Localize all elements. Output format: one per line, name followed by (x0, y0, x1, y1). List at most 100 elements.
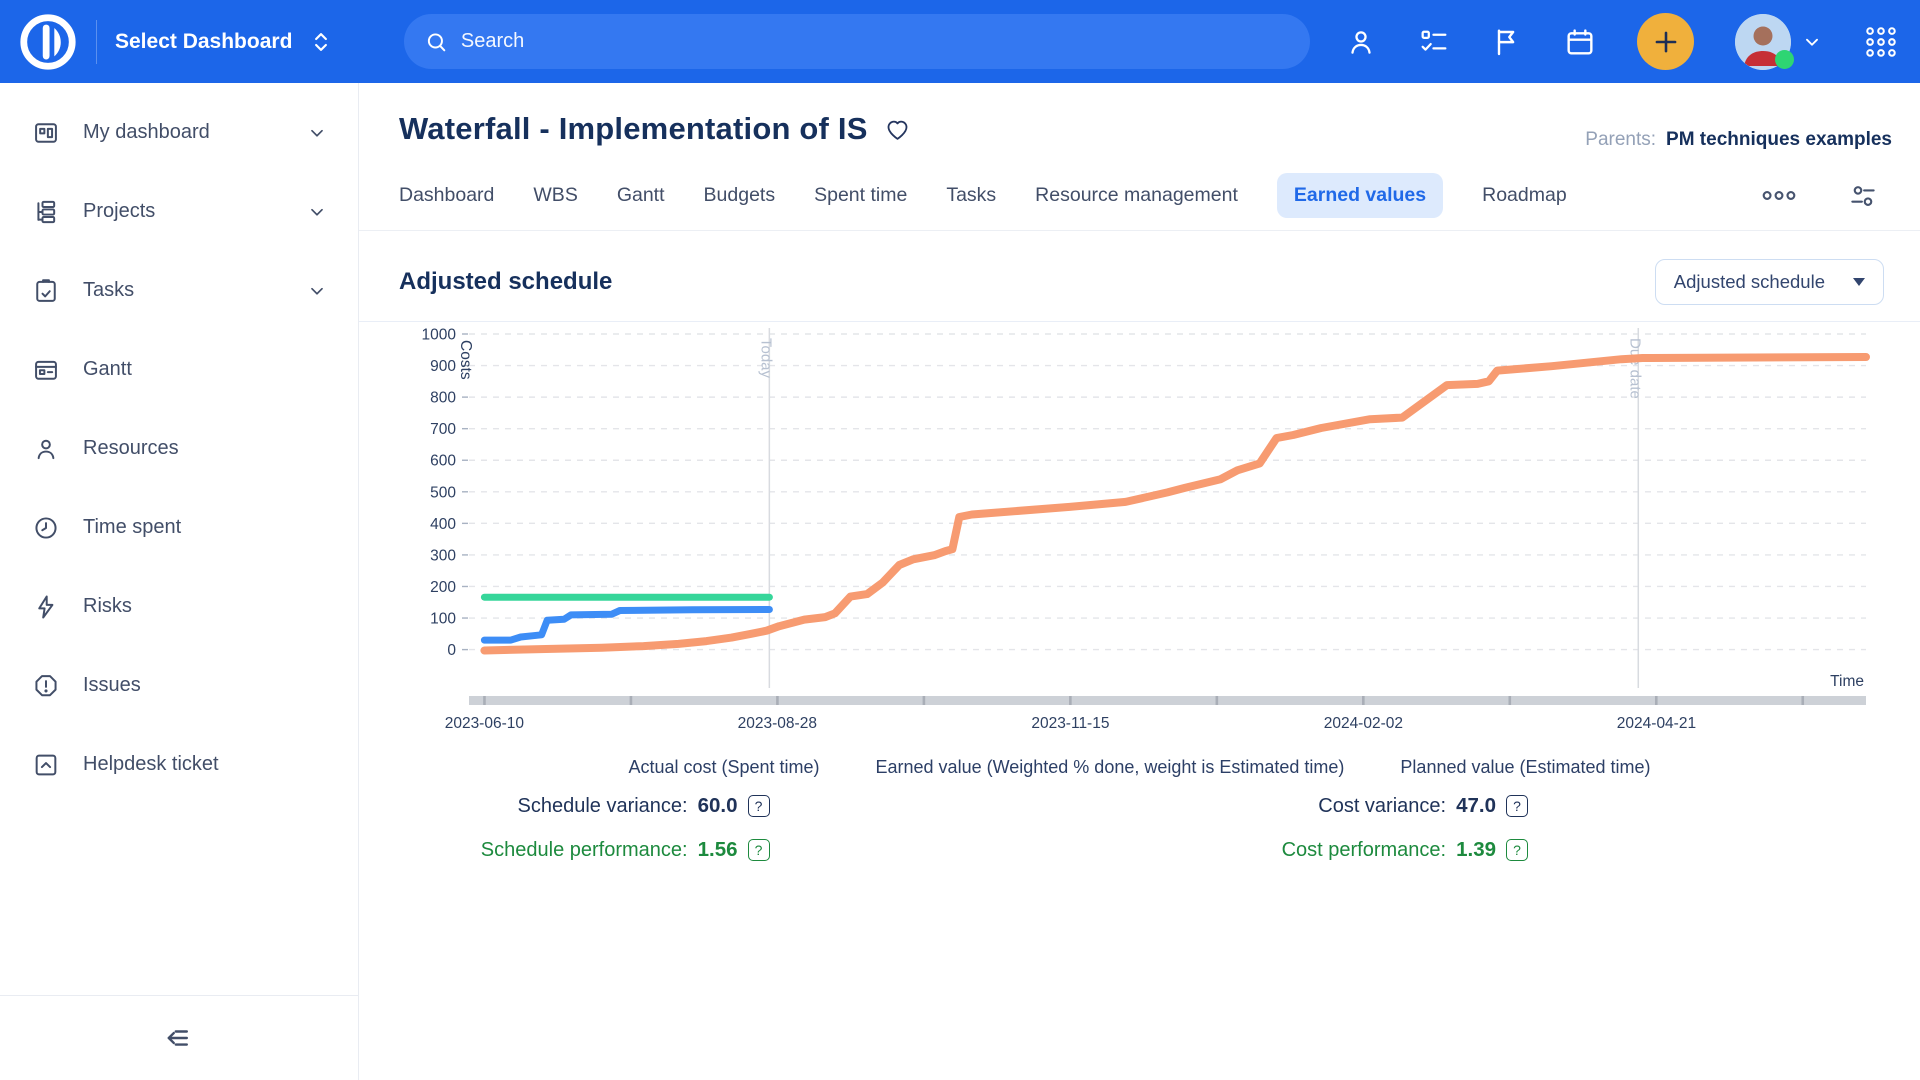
chart-legend: Actual cost (Spent time) Earned value (W… (359, 757, 1920, 778)
svg-text:2023-06-10: 2023-06-10 (445, 715, 525, 732)
svg-text:2024-04-21: 2024-04-21 (1617, 715, 1696, 732)
sidebar-item-risks[interactable]: Risks (0, 567, 358, 646)
tab-budgets[interactable]: Budgets (704, 173, 776, 218)
legend-planned-value: Planned value (Estimated time) (1400, 757, 1650, 778)
module-settings-button[interactable] (1848, 181, 1878, 211)
clock-icon (32, 514, 60, 542)
sidebar-item-label: Gantt (83, 358, 132, 381)
select-dashboard-button[interactable]: Select Dashboard (115, 29, 334, 55)
svg-text:700: 700 (430, 421, 456, 438)
apps-grid-icon[interactable] (1864, 25, 1898, 59)
schedule-performance-label: Schedule performance: (481, 839, 688, 862)
search-bar[interactable] (404, 14, 1310, 69)
tab-dashboard[interactable]: Dashboard (399, 173, 494, 218)
tab-gantt[interactable]: Gantt (617, 173, 665, 218)
svg-text:Costs: Costs (457, 340, 474, 380)
sidebar-item-issues[interactable]: Issues (0, 646, 358, 725)
evm-chart[interactable]: 01002003004005006007008009001000CostsTod… (409, 322, 1919, 742)
gantt-icon (32, 356, 60, 384)
tab-spent-time[interactable]: Spent time (814, 173, 907, 218)
sidebar-item-label: Time spent (83, 516, 181, 539)
evm-chart-area: 01002003004005006007008009001000CostsTod… (359, 321, 1920, 747)
plus-icon (1651, 27, 1681, 57)
sidebar-item-label: Issues (83, 674, 141, 697)
more-tabs-button[interactable] (1762, 189, 1796, 202)
user-menu[interactable] (1735, 14, 1823, 70)
sidebar-item-resources[interactable]: Resources (0, 409, 358, 488)
chevron-down-icon[interactable] (306, 201, 328, 223)
svg-text:Today: Today (757, 338, 774, 379)
svg-text:400: 400 (430, 516, 456, 533)
svg-text:0: 0 (447, 642, 456, 659)
tab-roadmap[interactable]: Roadmap (1482, 173, 1567, 218)
dropdown-value: Adjusted schedule (1674, 271, 1825, 293)
favorite-heart-icon[interactable] (884, 116, 911, 143)
tab-resource-management[interactable]: Resource management (1035, 173, 1238, 218)
evm-metrics: Schedule variance: 60.0 ? Cost variance:… (359, 794, 1920, 862)
svg-text:500: 500 (430, 484, 456, 501)
helpdesk-icon (32, 751, 60, 779)
flag-icon[interactable] (1491, 26, 1523, 58)
sidebar-item-gantt[interactable]: Gantt (0, 330, 358, 409)
sidebar-item-time-spent[interactable]: Time spent (0, 488, 358, 567)
svg-text:2023-11-15: 2023-11-15 (1031, 715, 1109, 732)
app-logo[interactable] (0, 11, 96, 73)
tab-wbs[interactable]: WBS (533, 173, 577, 218)
parent-project-link[interactable]: PM techniques examples (1666, 129, 1892, 151)
help-icon[interactable]: ? (1506, 795, 1528, 817)
section-title: Adjusted schedule (399, 268, 612, 296)
sidebar-item-label: Projects (83, 200, 155, 223)
user-icon[interactable] (1345, 26, 1377, 58)
parents-label: Parents: (1585, 129, 1656, 151)
chevron-down-icon[interactable] (306, 280, 328, 302)
calendar-icon[interactable] (1564, 26, 1596, 58)
svg-text:300: 300 (430, 547, 456, 564)
sidebar-item-label: My dashboard (83, 121, 210, 144)
tasks-checklist-icon[interactable] (1418, 26, 1450, 58)
sidebar: My dashboard Projects Tasks Gantt Resourc… (0, 83, 359, 1080)
svg-text:200: 200 (430, 579, 456, 596)
tab-earned-values[interactable]: Earned values (1277, 173, 1443, 218)
schedule-variance-value: 60.0 (698, 794, 738, 818)
sidebar-item-projects[interactable]: Projects (0, 172, 358, 251)
schedule-performance-value: 1.56 (698, 838, 738, 862)
help-icon[interactable]: ? (1506, 839, 1528, 861)
tab-tasks[interactable]: Tasks (946, 173, 996, 218)
svg-text:2024-02-02: 2024-02-02 (1324, 715, 1403, 732)
cost-variance-label: Cost variance: (1318, 795, 1446, 818)
chevron-down-icon[interactable] (306, 122, 328, 144)
chevron-down-icon[interactable] (1801, 31, 1823, 53)
search-input[interactable] (461, 30, 1290, 53)
cost-performance-value: 1.39 (1456, 838, 1496, 862)
sliders-icon (1848, 181, 1878, 211)
sidebar-item-tasks[interactable]: Tasks (0, 251, 358, 330)
svg-text:900: 900 (430, 358, 456, 375)
lightning-icon (32, 593, 60, 621)
legend-actual-cost: Actual cost (Spent time) (628, 757, 819, 778)
select-dashboard-label: Select Dashboard (115, 30, 292, 54)
page-title: Waterfall - Implementation of IS (399, 111, 868, 147)
breadcrumb: Parents: PM techniques examples (1585, 129, 1892, 151)
dropdown-caret-icon (1853, 278, 1865, 286)
help-icon[interactable]: ? (748, 839, 770, 861)
cost-variance-value: 47.0 (1456, 794, 1496, 818)
svg-text:1000: 1000 (422, 327, 457, 344)
more-dots-icon (1762, 189, 1796, 202)
legend-earned-value: Earned value (Weighted % done, weight is… (876, 757, 1345, 778)
schedule-variance-label: Schedule variance: (517, 795, 687, 818)
sidebar-item-helpdesk-ticket[interactable]: Helpdesk ticket (0, 725, 358, 804)
help-icon[interactable]: ? (748, 795, 770, 817)
online-status-dot (1775, 50, 1794, 69)
collapse-sidebar-button[interactable] (0, 995, 358, 1080)
sidebar-item-label: Tasks (83, 279, 134, 302)
person-icon (32, 435, 60, 463)
add-new-button[interactable] (1637, 13, 1694, 70)
tasks-icon (32, 277, 60, 305)
search-icon (424, 29, 449, 55)
sidebar-item-my-dashboard[interactable]: My dashboard (0, 93, 358, 172)
topbar: Select Dashboard (0, 0, 1920, 83)
svg-text:Time: Time (1830, 673, 1864, 690)
schedule-mode-dropdown[interactable]: Adjusted schedule (1655, 259, 1884, 305)
sidebar-item-label: Risks (83, 595, 132, 618)
svg-text:Due date: Due date (1626, 338, 1643, 399)
